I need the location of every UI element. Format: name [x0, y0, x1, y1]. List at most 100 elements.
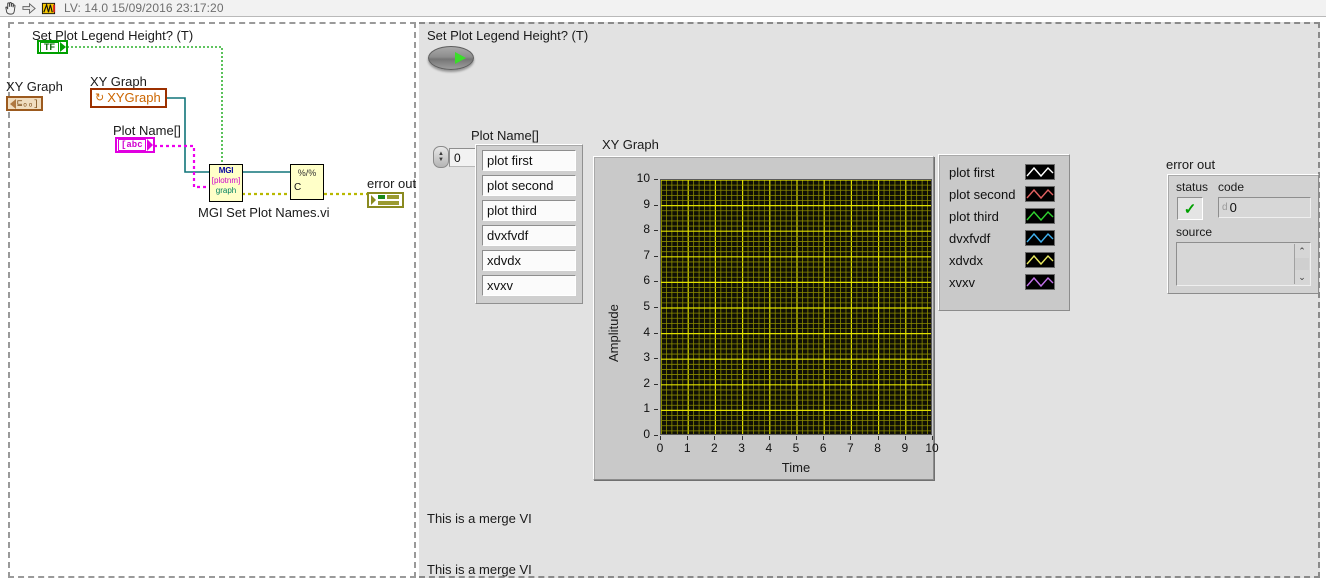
- error-code-field[interactable]: d 0: [1218, 197, 1311, 218]
- bd-xy-graph-control-label: XY Graph: [90, 74, 147, 89]
- bd-boolean-value: TF: [40, 41, 59, 53]
- graph-y-tick-mark: [654, 307, 658, 308]
- legend-color-swatch[interactable]: [1025, 186, 1055, 202]
- graph-y-tick-mark: [654, 179, 658, 180]
- bd-subvi-mgi-set-plot-names[interactable]: MGI [plotnm] graph: [209, 164, 243, 202]
- spin-down-icon[interactable]: ▼: [438, 157, 444, 163]
- bd-error-out-label: error out: [367, 176, 417, 191]
- error-code-label: code: [1218, 180, 1245, 194]
- graph-y-tick-mark: [654, 383, 658, 385]
- error-status-led[interactable]: ✓: [1177, 197, 1203, 220]
- graph-y-tick-label: 10: [636, 171, 650, 185]
- legend-plot-name: plot first: [949, 164, 995, 180]
- error-source-field[interactable]: ⌃ ⌄: [1176, 242, 1311, 286]
- legend-row[interactable]: xdvdx: [949, 249, 1063, 271]
- graph-x-tick-label: 7: [847, 441, 854, 455]
- graph-x-tick-label: 5: [792, 441, 800, 455]
- window-title: LV: 14.0 15/09/2016 23:17:20: [64, 1, 224, 15]
- graph-plot-area[interactable]: [660, 179, 932, 435]
- graph-x-tick-mark: [932, 436, 933, 440]
- bd-xy-graph-indicator-terminal[interactable]: ⊑ₒₒ]: [6, 96, 43, 111]
- bd-subvi-caption: MGI Set Plot Names.vi: [198, 205, 330, 220]
- array-index-control[interactable]: ▲ ▼ 0: [433, 146, 477, 168]
- bd-boolean-terminal[interactable]: TF: [37, 40, 68, 54]
- bd-subvi-line1: MGI: [210, 165, 242, 176]
- graph-x-tick-label: 9: [901, 441, 909, 455]
- merge-note: This is a merge VI: [427, 562, 532, 577]
- bd-xy-graph-indicator-label: XY Graph: [6, 79, 63, 94]
- labview-icon[interactable]: [41, 1, 56, 16]
- array-element[interactable]: plot third: [482, 200, 576, 221]
- bd-plot-names-label: Plot Name[]: [113, 123, 181, 138]
- graph-y-tick-label: 7: [643, 247, 650, 262]
- bd-subvi-line3: graph: [215, 186, 237, 195]
- graph-y-tick-label: 0: [643, 427, 650, 441]
- legend-color-swatch[interactable]: [1025, 252, 1055, 268]
- legend-row[interactable]: xvxv: [949, 271, 1063, 293]
- graph-y-tick-label: 3: [643, 350, 650, 365]
- bd-conversion-node[interactable]: %/% C: [290, 164, 324, 200]
- scroll-down-icon[interactable]: ⌄: [1295, 270, 1309, 284]
- graph-y-tick-mark: [654, 255, 658, 257]
- refnum-rotate-icon: ↻: [95, 92, 105, 104]
- source-scrollbar[interactable]: ⌃ ⌄: [1294, 244, 1309, 284]
- legend-color-swatch[interactable]: [1025, 274, 1055, 290]
- legend-plot-name: xvxv: [949, 274, 975, 290]
- bd-plot-names-value: [abc: [118, 139, 146, 151]
- error-status-label: status: [1176, 180, 1209, 194]
- hand-cursor-icon[interactable]: [3, 1, 18, 16]
- bd-subvi-line2: [plotnm]: [211, 176, 241, 185]
- graph-y-tick-mark: [654, 358, 658, 360]
- scroll-up-icon[interactable]: ⌃: [1295, 244, 1309, 258]
- block-diagram-pane: Set Plot Legend Height? (T) TF XY Graph …: [6, 22, 417, 578]
- array-element[interactable]: xdvdx: [482, 250, 576, 271]
- graph-y-tick-mark: [654, 204, 658, 206]
- merge-note: This is a merge VI: [427, 511, 532, 526]
- graph-y-axis-label: Amplitude: [606, 304, 621, 362]
- array-index-stepper[interactable]: ▲ ▼: [433, 146, 449, 168]
- bd-xy-graph-control-terminal[interactable]: ↻ XYGraph: [90, 88, 167, 108]
- graph-x-tick-mark: [768, 436, 770, 440]
- graph-x-tick-label: 3: [738, 441, 745, 455]
- bd-error-out-terminal[interactable]: [367, 192, 404, 208]
- array-element[interactable]: dvxfvdf: [482, 225, 576, 246]
- array-element[interactable]: xvxv: [482, 275, 576, 296]
- checkmark-icon: ✓: [1183, 200, 1197, 218]
- graph-x-tick-mark: [823, 436, 825, 440]
- plot-name-array: plot first plot second plot third dvxfvd…: [475, 144, 583, 304]
- graph-x-tick-label: 4: [765, 441, 773, 455]
- legend-color-swatch[interactable]: [1025, 230, 1055, 246]
- array-index-value[interactable]: 0: [449, 147, 477, 167]
- graph-y-tick-label: 5: [643, 299, 650, 313]
- bd-conversion-line2: C: [294, 182, 302, 193]
- legend-plot-name: plot second: [949, 186, 1016, 202]
- error-code-value: 0: [1229, 200, 1237, 215]
- set-plot-legend-height-switch[interactable]: [428, 46, 474, 70]
- graph-x-tick-mark: [904, 436, 906, 440]
- array-element[interactable]: plot first: [482, 150, 576, 171]
- xy-graph[interactable]: XY Graph Amplitude 0 1 2 3 4 5 6 7 8 9 10 0 1 2 3 4 5 6 7…: [593, 137, 939, 480]
- legend-row[interactable]: plot second: [949, 183, 1063, 205]
- legend-row[interactable]: plot first: [949, 161, 1063, 183]
- legend-color-swatch[interactable]: [1025, 164, 1055, 180]
- fp-switch-label: Set Plot Legend Height? (T): [427, 28, 589, 43]
- bd-plot-names-terminal[interactable]: [abc: [115, 137, 155, 153]
- legend-row[interactable]: plot third: [949, 205, 1063, 227]
- legend-plot-name: xdvdx: [949, 252, 983, 268]
- array-element[interactable]: plot second: [482, 175, 576, 196]
- graph-y-tick-label: 8: [643, 222, 650, 237]
- bd-xy-graph-indicator-value: ⊑ₒₒ]: [17, 98, 39, 109]
- fp-error-out-label: error out: [1166, 157, 1216, 172]
- error-source-label: source: [1176, 225, 1213, 239]
- legend-color-swatch[interactable]: [1025, 208, 1055, 224]
- graph-y-tick-label: 9: [643, 196, 650, 211]
- plot-legend[interactable]: plot first plot second plot third dvxfvdf xd…: [938, 154, 1070, 311]
- front-panel-pane: Set Plot Legend Height? (T) Plot Name[] …: [419, 22, 1320, 578]
- graph-x-tick-mark: [796, 436, 797, 440]
- title-bar: LV: 14.0 15/09/2016 23:17:20: [0, 0, 1326, 17]
- fp-array-label: Plot Name[]: [471, 128, 539, 143]
- graph-x-axis-label: Time: [781, 460, 811, 475]
- legend-row[interactable]: dvxfvdf: [949, 227, 1063, 249]
- arrow-icon[interactable]: [22, 1, 37, 16]
- graph-title: XY Graph: [602, 137, 659, 152]
